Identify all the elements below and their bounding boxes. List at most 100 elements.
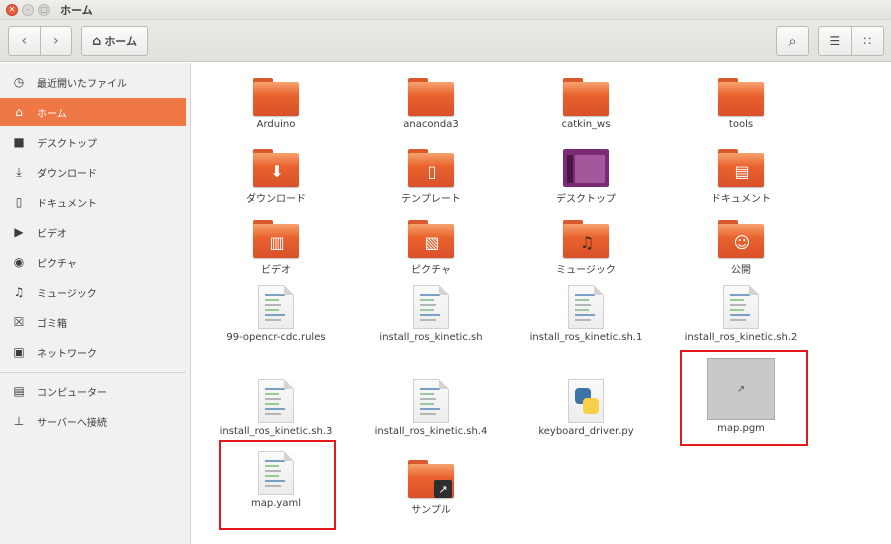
sidebar-item-documents[interactable]: ▯ ドキュメント — [0, 188, 186, 216]
search-button[interactable]: ⌕ — [776, 26, 809, 56]
file-item-install-ros-kinetic-3[interactable]: install_ros_kinetic.sh.3 — [206, 379, 346, 437]
sidebar-item-label: ドキュメント — [37, 198, 97, 210]
symlink-arrow-icon: ↗ — [434, 480, 452, 498]
file-item-templates-folder[interactable]: ▯ テンプレート — [361, 149, 501, 205]
file-item-public-folder[interactable]: ☺ 公開 — [671, 220, 811, 276]
templates-folder-icon: ▯ — [408, 149, 454, 187]
sidebar-item-music[interactable]: ♫ ミュージック — [0, 278, 186, 306]
file-grid: Arduino anaconda3 catkin_ws tools ⬇ ダウンロ… — [192, 63, 891, 544]
sidebar-item-computer[interactable]: ▤ コンピューター — [0, 377, 186, 405]
file-item-install-ros-kinetic[interactable]: install_ros_kinetic.sh — [361, 285, 501, 343]
sidebar-item-desktop[interactable]: ■ デスクトップ — [0, 128, 186, 156]
close-window-button[interactable]: ✕ — [6, 3, 18, 16]
sidebar-item-label: ネットワーク — [37, 348, 97, 360]
file-name: keyboard_driver.py — [538, 426, 634, 437]
film-strip-icon: ▥ — [269, 232, 285, 252]
sidebar-item-pictures[interactable]: ◉ ピクチャ — [0, 248, 186, 276]
sidebar-item-videos[interactable]: ▶ ビデオ — [0, 218, 186, 246]
server-icon: ⊥ — [13, 414, 25, 428]
sidebar-item-label: ホーム — [37, 108, 67, 120]
sidebar-item-network[interactable]: ▣ ネットワーク — [0, 338, 186, 366]
file-name: ビデオ — [261, 265, 291, 276]
folder-icon — [253, 78, 299, 116]
back-button[interactable]: ‹ — [9, 27, 40, 55]
window-title: ホーム — [60, 3, 93, 17]
file-item-arduino[interactable]: Arduino — [206, 78, 346, 130]
download-arrow-icon: ⬇ — [270, 161, 284, 181]
sidebar-item-connect-server[interactable]: ⊥ サーバーへ接続 — [0, 407, 186, 435]
forward-button[interactable]: › — [39, 27, 72, 55]
file-name: ピクチャ — [411, 265, 451, 276]
sidebar-item-label: ビデオ — [37, 228, 67, 240]
minimize-window-button[interactable]: – — [22, 3, 34, 16]
file-name: anaconda3 — [403, 119, 459, 130]
file-name: 公開 — [731, 265, 751, 276]
text-file-icon — [258, 379, 294, 423]
list-view-button[interactable]: ☰ — [819, 27, 851, 55]
path-bar-label: ホーム — [104, 35, 137, 48]
chevron-left-icon: ‹ — [21, 33, 28, 49]
sidebar-divider — [0, 372, 186, 373]
file-name: install_ros_kinetic.sh.1 — [529, 332, 643, 343]
file-name: 99-opencr-cdc.rules — [226, 332, 326, 343]
file-item-videos-folder[interactable]: ▥ ビデオ — [206, 220, 346, 276]
file-item-samples-link[interactable]: ↗ サンプル — [361, 460, 501, 516]
file-item-install-ros-kinetic-1[interactable]: install_ros_kinetic.sh.1 — [516, 285, 656, 343]
path-bar-home-button[interactable]: ⌂ ホーム — [81, 26, 148, 56]
document-icon: ▯ — [15, 195, 23, 209]
python-file-icon — [568, 379, 604, 423]
clock-icon: ◷ — [13, 75, 25, 89]
music-folder-icon: ♫ — [563, 220, 609, 258]
video-folder-icon: ▥ — [253, 220, 299, 258]
file-name: ダウンロード — [246, 194, 306, 205]
file-name: デスクトップ — [556, 194, 616, 205]
search-icon: ⌕ — [788, 32, 797, 50]
text-file-icon — [413, 379, 449, 423]
chevron-right-icon: › — [52, 33, 59, 49]
file-item-tools[interactable]: tools — [671, 78, 811, 130]
trash-icon: ☒ — [13, 315, 25, 329]
file-item-catkin-ws[interactable]: catkin_ws — [516, 78, 656, 130]
file-item-install-ros-kinetic-2[interactable]: install_ros_kinetic.sh.2 — [671, 285, 811, 343]
file-item-documents-folder[interactable]: ▤ ドキュメント — [671, 149, 811, 205]
music-note-icon: ♫ — [579, 232, 595, 252]
folder-icon — [718, 78, 764, 116]
home-icon: ⌂ — [92, 33, 102, 49]
file-item-downloads-folder[interactable]: ⬇ ダウンロード — [206, 149, 346, 205]
video-icon: ▶ — [14, 225, 24, 239]
grid-view-button[interactable]: ∷ — [850, 27, 884, 55]
text-file-icon — [723, 285, 759, 329]
file-item-music-folder[interactable]: ♫ ミュージック — [516, 220, 656, 276]
sidebar-item-label: 最近開いたファイル — [37, 78, 127, 90]
sidebar-item-label: デスクトップ — [37, 138, 97, 150]
sidebar-item-home[interactable]: ⌂ ホーム — [0, 98, 186, 126]
sidebar: ◷ 最近開いたファイル ⌂ ホーム ■ デスクトップ ⤓ ダウンロード ▯ ドキ… — [0, 63, 191, 544]
file-item-anaconda3[interactable]: anaconda3 — [361, 78, 501, 130]
file-item-keyboard-driver[interactable]: keyboard_driver.py — [516, 379, 656, 437]
sidebar-item-downloads[interactable]: ⤓ ダウンロード — [0, 158, 186, 186]
maximize-window-button[interactable]: □ — [38, 3, 50, 16]
computer-icon: ▤ — [13, 384, 25, 398]
sidebar-item-label: サーバーへ接続 — [37, 417, 107, 429]
sidebar-item-label: ダウンロード — [37, 168, 97, 180]
sidebar-item-trash[interactable]: ☒ ゴミ箱 — [0, 308, 186, 336]
document-page-icon: ▤ — [734, 161, 750, 181]
file-item-desktop-folder[interactable]: デスクトップ — [516, 149, 656, 205]
sidebar-item-label: ミュージック — [37, 288, 97, 300]
highlight-box-map-pgm — [680, 350, 808, 446]
sidebar-item-recent[interactable]: ◷ 最近開いたファイル — [0, 68, 186, 96]
file-item-opencr-rules[interactable]: 99-opencr-cdc.rules — [206, 285, 346, 343]
file-name: install_ros_kinetic.sh — [379, 332, 483, 343]
file-name: ドキュメント — [711, 194, 771, 205]
template-page-icon: ▯ — [427, 161, 437, 181]
file-name: Arduino — [256, 119, 296, 130]
title-bar: ✕ – □ ホーム — [0, 0, 891, 20]
public-folder-icon: ☺ — [718, 220, 764, 258]
home-icon: ⌂ — [15, 105, 23, 119]
toolbar: ‹ › ⌂ ホーム ⌕ ☰ ∷ — [0, 20, 891, 62]
text-file-icon — [413, 285, 449, 329]
view-mode-buttons: ☰ ∷ — [818, 26, 884, 56]
file-item-pictures-folder[interactable]: ▧ ピクチャ — [361, 220, 501, 276]
desktop-folder-icon — [563, 149, 609, 187]
file-item-install-ros-kinetic-4[interactable]: install_ros_kinetic.sh.4 — [361, 379, 501, 437]
